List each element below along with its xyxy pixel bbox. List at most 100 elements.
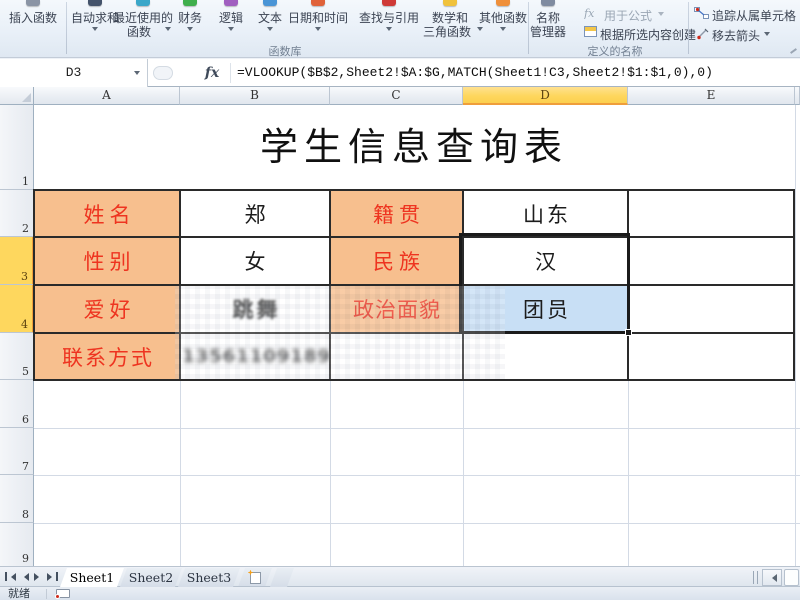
table-border bbox=[33, 379, 795, 381]
table-border bbox=[33, 284, 795, 286]
recently-used-button-line2[interactable]: 函数 bbox=[111, 23, 167, 40]
cell-a3[interactable]: 性别 bbox=[34, 237, 180, 285]
insert-function-icon bbox=[26, 0, 40, 6]
row-header-4-selected[interactable]: 4 bbox=[0, 285, 34, 333]
previous-sheet-button[interactable] bbox=[18, 570, 31, 583]
math-trig-button-line2[interactable]: 三角函数 bbox=[420, 23, 474, 40]
dropdown-arrow-icon[interactable] bbox=[477, 27, 483, 34]
horizontal-scrollbar-thumb[interactable] bbox=[784, 569, 799, 586]
dropdown-arrow-icon[interactable] bbox=[500, 27, 506, 34]
table-border bbox=[33, 189, 35, 381]
column-header-c[interactable]: C bbox=[330, 87, 463, 105]
trace-dependents-button[interactable]: 追踪从属单元格 bbox=[712, 7, 800, 24]
gridline bbox=[795, 105, 796, 566]
cell-b4[interactable]: 跳舞 bbox=[180, 285, 330, 333]
formula-buttons-collapsed bbox=[153, 66, 173, 80]
cell-b5-text: 13561109189 bbox=[182, 346, 331, 367]
dropdown-arrow-icon bbox=[658, 12, 664, 19]
gridline bbox=[34, 523, 800, 524]
cell-c5[interactable] bbox=[330, 333, 463, 380]
row-header-7[interactable]: 7 bbox=[0, 428, 34, 475]
cell-d5[interactable] bbox=[463, 333, 628, 380]
tab-sheet1[interactable]: Sheet1 bbox=[60, 568, 124, 587]
date-time-button[interactable]: 日期和时间 bbox=[282, 9, 354, 26]
dropdown-arrow-icon[interactable] bbox=[92, 27, 98, 34]
select-all-corner[interactable] bbox=[0, 87, 34, 105]
dropdown-arrow-icon[interactable] bbox=[386, 27, 392, 34]
cell-c4[interactable]: 政治面貌 bbox=[330, 285, 463, 333]
row-header-6[interactable]: 6 bbox=[0, 380, 34, 428]
table-border bbox=[627, 189, 629, 381]
autosum-icon bbox=[88, 0, 102, 6]
svg-text:fx: fx bbox=[584, 7, 595, 19]
column-header-a[interactable]: A bbox=[34, 87, 180, 105]
column-header-d-selected[interactable]: D bbox=[463, 87, 628, 105]
cell-c3[interactable]: 民族 bbox=[330, 237, 463, 285]
name-box-dropdown-icon[interactable] bbox=[134, 71, 140, 78]
insert-function-fx-button[interactable]: fx bbox=[196, 59, 228, 87]
name-manager-button-line2[interactable]: 管理器 bbox=[518, 23, 578, 40]
cell-c2[interactable]: 籍贯 bbox=[330, 190, 463, 237]
cell-e3[interactable] bbox=[628, 237, 795, 285]
cell-d3-active[interactable]: 汉 bbox=[463, 237, 628, 285]
formula-input[interactable]: =VLOOKUP($B$2,Sheet2!$A:$G,MATCH(Sheet1!… bbox=[237, 59, 797, 87]
cell-a2[interactable]: 姓名 bbox=[34, 190, 180, 237]
cell-b2[interactable]: 郑 bbox=[180, 190, 330, 237]
dropdown-arrow-icon[interactable] bbox=[165, 27, 171, 34]
row-header-5[interactable]: 5 bbox=[0, 333, 34, 380]
cell-a5[interactable]: 联系方式 bbox=[34, 333, 180, 380]
cell-e5[interactable] bbox=[628, 333, 795, 380]
insert-function-button[interactable]: 插入函数 bbox=[4, 9, 62, 26]
scroll-left-button[interactable] bbox=[762, 569, 782, 586]
record-dot-icon bbox=[55, 594, 60, 599]
merged-title-cell[interactable]: 学生信息查询表 bbox=[34, 105, 794, 189]
math-trig-icon bbox=[443, 0, 457, 6]
first-sheet-button[interactable] bbox=[4, 570, 17, 583]
column-header-partial[interactable] bbox=[795, 87, 800, 105]
cell-d4-selected[interactable]: 团员 bbox=[463, 285, 628, 333]
trace-dependents-icon bbox=[694, 7, 709, 19]
lookup-reference-button[interactable]: 查找与引用 bbox=[353, 9, 425, 26]
cell-e4[interactable] bbox=[628, 285, 795, 333]
dropdown-arrow-icon[interactable] bbox=[187, 27, 193, 34]
row-header-3-selected[interactable]: 3 bbox=[0, 237, 34, 285]
cell-b3[interactable]: 女 bbox=[180, 237, 330, 285]
row-header-9[interactable]: 9 bbox=[0, 523, 34, 566]
date-time-icon bbox=[311, 0, 325, 6]
column-header-e[interactable]: E bbox=[628, 87, 795, 105]
name-manager-icon bbox=[541, 0, 555, 6]
row-header-2[interactable]: 2 bbox=[0, 190, 34, 237]
dropdown-arrow-icon[interactable] bbox=[764, 32, 770, 39]
row-header-1[interactable]: 1 bbox=[0, 105, 34, 190]
tab-sheet2[interactable]: Sheet2 bbox=[120, 568, 182, 587]
cell-a4[interactable]: 爱好 bbox=[34, 285, 180, 333]
next-sheet-button[interactable] bbox=[32, 570, 45, 583]
logical-icon bbox=[224, 0, 238, 6]
defined-names-group-label: 定义的名称 bbox=[560, 43, 670, 59]
use-in-formula-button[interactable]: 用于公式 bbox=[600, 7, 656, 24]
tab-sheet3[interactable]: Sheet3 bbox=[178, 568, 240, 587]
insert-worksheet-button[interactable] bbox=[238, 568, 272, 587]
cell-e2[interactable] bbox=[628, 190, 795, 237]
cell-b4-text: 跳舞 bbox=[233, 294, 281, 324]
dropdown-arrow-icon[interactable] bbox=[315, 27, 321, 34]
dropdown-arrow-icon[interactable] bbox=[267, 27, 273, 34]
dropdown-arrow-icon[interactable] bbox=[228, 27, 234, 34]
more-functions-icon bbox=[496, 0, 510, 6]
gridline bbox=[34, 428, 800, 429]
macro-record-icon[interactable] bbox=[56, 589, 70, 598]
text-functions-icon bbox=[263, 0, 277, 6]
cell-b5[interactable]: 13561109189 bbox=[180, 333, 330, 380]
remove-arrows-button[interactable]: 移去箭头 bbox=[712, 27, 762, 44]
create-from-selection-button[interactable]: 根据所选内容创建 bbox=[600, 26, 710, 43]
column-header-b[interactable]: B bbox=[180, 87, 330, 105]
table-border bbox=[462, 189, 464, 381]
table-border bbox=[33, 332, 795, 334]
cell-d2[interactable]: 山东 bbox=[463, 190, 628, 237]
remove-arrows-icon bbox=[696, 27, 709, 40]
last-sheet-button[interactable] bbox=[46, 570, 59, 583]
name-box[interactable]: D3 bbox=[0, 59, 148, 87]
tab-splitter-handle[interactable] bbox=[753, 571, 758, 584]
row-header-8[interactable]: 8 bbox=[0, 475, 34, 523]
ribbon-formulas-tab: 插入函数 自动求和 最近使用的 函数 财务 逻辑 文本 日期和时间 查找与引用 … bbox=[0, 0, 800, 58]
